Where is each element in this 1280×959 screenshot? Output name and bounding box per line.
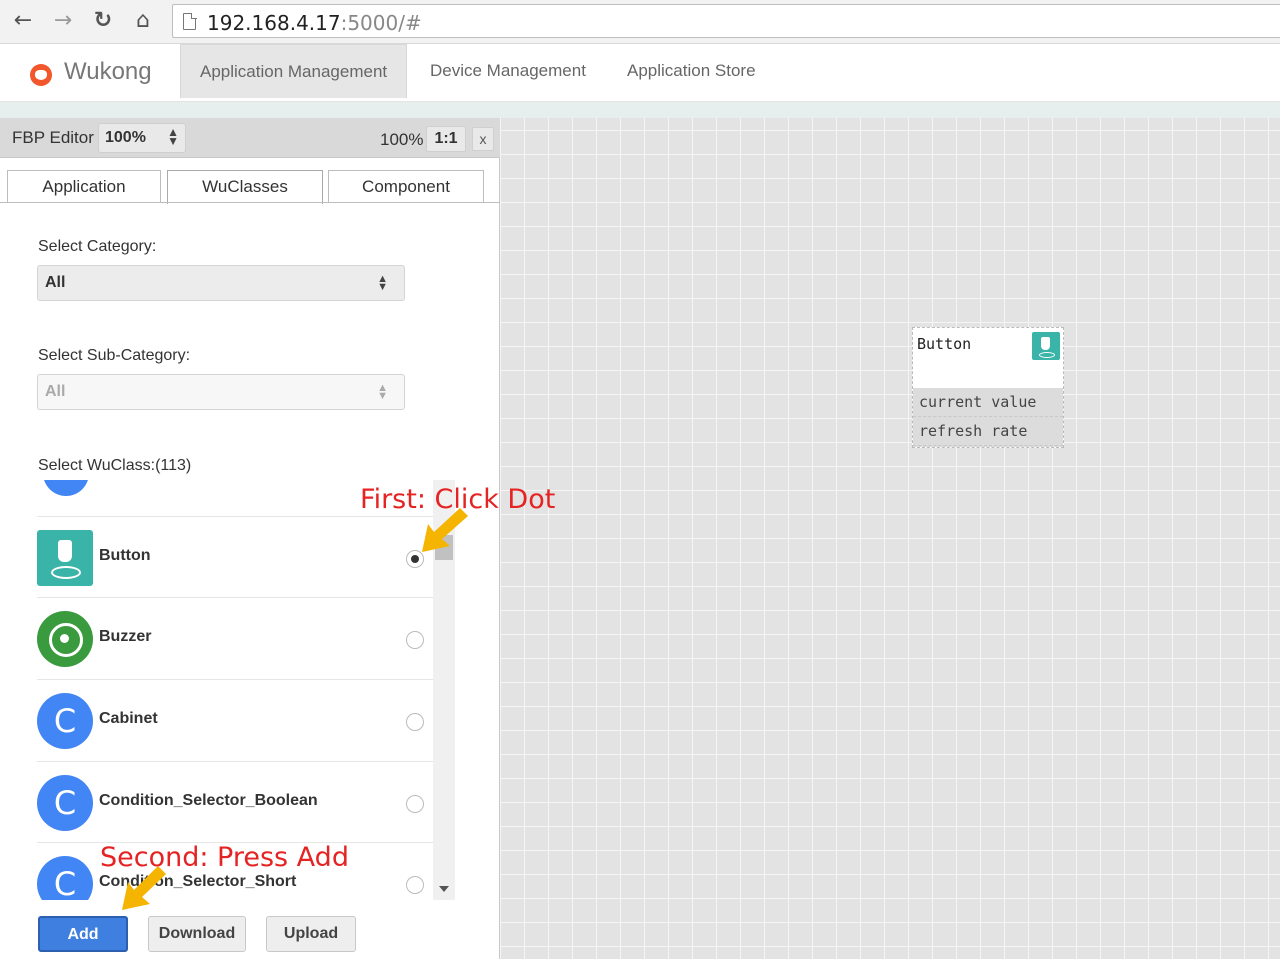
letter-c-icon: C <box>37 693 93 749</box>
list-item[interactable]: C Condition_Selector_Boolean <box>37 761 433 843</box>
letter-icon-partial <box>43 480 89 496</box>
brand[interactable]: Wukong <box>64 58 152 86</box>
radio-button[interactable] <box>406 631 424 649</box>
wuclass-label: Select WuClass:(113) <box>38 457 192 474</box>
class-name: Cabinet <box>99 710 158 727</box>
buzzer-icon <box>37 611 93 667</box>
list-item[interactable]: Buzzer <box>37 597 433 679</box>
letter-c-icon: C <box>37 856 93 900</box>
property-refresh-rate[interactable]: refresh rate <box>913 417 1063 446</box>
annotation-arrow-second <box>122 866 166 910</box>
fbp-canvas[interactable] <box>500 118 1280 959</box>
updown-arrows-icon: ▲ ▼ <box>377 273 388 293</box>
button-press-icon <box>1032 332 1060 360</box>
browser-toolbar: ← → ↻ ⌂ 192.168.4.17:5000/# <box>0 0 1280 44</box>
tab-divider <box>0 202 500 203</box>
url-text: 192.168.4.17:5000/# <box>207 11 422 35</box>
zoom-select[interactable]: 100% ▲ ▼ <box>98 123 186 153</box>
reload-icon[interactable]: ↻ <box>88 6 118 36</box>
upload-button[interactable]: Upload <box>266 916 356 952</box>
home-icon[interactable]: ⌂ <box>128 6 158 36</box>
zoom-readout: 100% <box>380 130 424 149</box>
radio-button[interactable] <box>406 876 424 894</box>
address-bar[interactable]: 192.168.4.17:5000/# <box>172 4 1280 38</box>
tab-application[interactable]: Application <box>7 170 161 203</box>
download-button[interactable]: Download <box>148 916 246 952</box>
subcategory-select[interactable]: All ▲ ▼ <box>37 374 405 410</box>
subcategory-label: Select Sub-Category: <box>38 347 191 364</box>
page-icon <box>183 12 197 30</box>
updown-arrows-icon: ▲ ▼ <box>167 125 179 148</box>
list-item[interactable]: C Cabinet <box>37 679 433 761</box>
nav-application-management[interactable]: Application Management <box>180 44 408 98</box>
updown-arrows-icon: ▲ ▼ <box>377 382 388 402</box>
panel-header: FBP Editor 100% ▲ ▼ 100% 1:1 x <box>0 118 500 158</box>
list-item[interactable]: Button <box>37 516 433 598</box>
app-navbar: Wukong Application Management Device Man… <box>0 44 1280 102</box>
ratio-button[interactable]: 1:1 <box>426 126 466 152</box>
class-name: Button <box>99 547 151 564</box>
category-label: Select Category: <box>38 238 157 255</box>
button-press-icon <box>37 530 93 586</box>
letter-c-icon: C <box>37 775 93 831</box>
nav-application-store[interactable]: Application Store <box>608 44 775 98</box>
class-name: Condition_Selector_Boolean <box>99 792 318 809</box>
property-current-value[interactable]: current value <box>913 388 1063 417</box>
back-arrow-icon[interactable]: ← <box>8 6 38 36</box>
tab-component[interactable]: Component <box>328 170 484 203</box>
tab-wuclasses[interactable]: WuClasses <box>167 170 323 204</box>
radio-button[interactable] <box>406 795 424 813</box>
panel-title: FBP Editor <box>12 128 94 147</box>
component-properties: current value refresh rate <box>913 388 1063 447</box>
add-button[interactable]: Add <box>38 916 128 952</box>
scroll-down-icon[interactable] <box>439 886 449 892</box>
canvas-component-button[interactable]: Button current value refresh rate <box>912 327 1064 448</box>
annotation-arrow-first <box>422 508 468 552</box>
nav-device-management[interactable]: Device Management <box>411 44 605 98</box>
class-name: Buzzer <box>99 628 152 645</box>
radio-button[interactable] <box>406 713 424 731</box>
wukong-logo-icon[interactable] <box>30 64 52 86</box>
wuclass-list[interactable]: Button Buzzer C Cabinet C Condition_Sele… <box>37 480 455 900</box>
component-title: Button <box>917 335 972 353</box>
close-button[interactable]: x <box>472 127 494 151</box>
category-select[interactable]: All ▲ ▼ <box>37 265 405 301</box>
forward-arrow-icon[interactable]: → <box>48 6 78 36</box>
